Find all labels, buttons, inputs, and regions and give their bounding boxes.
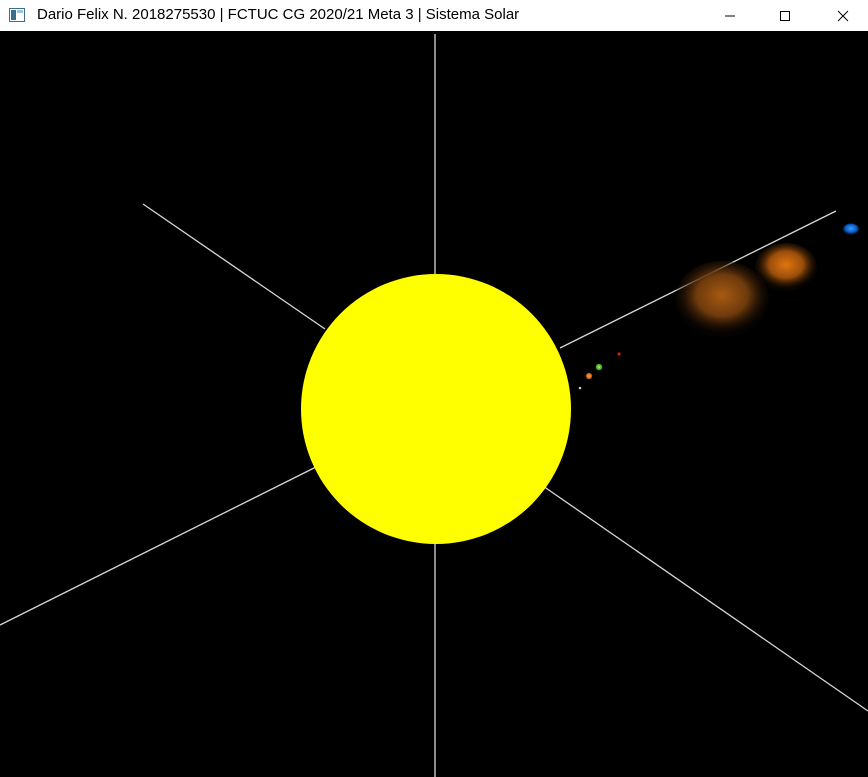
opengl-window: Dario Felix N. 2018275530 | FCTUC CG 202… <box>0 0 868 777</box>
planet-large-brown <box>675 261 769 337</box>
title-bar[interactable]: Dario Felix N. 2018275530 | FCTUC CG 202… <box>0 0 868 31</box>
minimize-button[interactable] <box>707 0 753 31</box>
planet-orange-small <box>585 372 593 380</box>
close-button[interactable] <box>820 0 866 31</box>
axis-diagonal-right-bottom <box>542 485 868 712</box>
axis-diagonal-left-bottom <box>0 465 319 626</box>
close-icon <box>837 10 849 22</box>
planet-red <box>617 352 621 356</box>
maximize-button[interactable] <box>762 0 808 31</box>
minimize-icon <box>724 10 736 22</box>
axis-diagonal-left-top <box>142 203 326 330</box>
planet-small-white <box>578 386 582 390</box>
planet-blue <box>843 223 859 235</box>
render-viewport[interactable] <box>0 31 868 777</box>
sun <box>301 274 571 544</box>
planet-green <box>595 363 603 371</box>
maximize-icon <box>779 10 791 22</box>
window-title: Dario Felix N. 2018275530 | FCTUC CG 202… <box>37 6 520 23</box>
solar-system-scene <box>0 34 868 777</box>
planet-orange-large <box>755 243 817 291</box>
app-window-icon <box>9 8 25 22</box>
